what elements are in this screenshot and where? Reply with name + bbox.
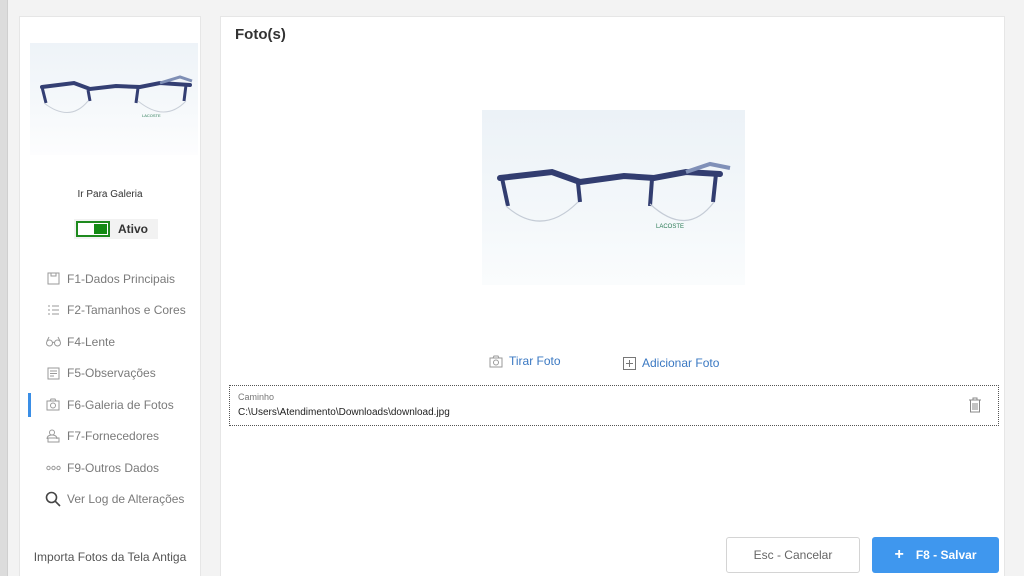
camera-icon: [489, 355, 503, 368]
supplier-icon: [45, 428, 61, 444]
document-icon: [45, 271, 61, 287]
sidebar-item-label: F6-Galeria de Fotos: [67, 397, 174, 412]
glasses-photo-image: LACOSTE: [497, 161, 731, 230]
product-photo[interactable]: LACOSTE: [482, 110, 745, 285]
sidebar-item-dados-principais[interactable]: F1-Dados Principais: [20, 263, 200, 295]
go-to-gallery-link[interactable]: Ir Para Galeria: [20, 189, 200, 200]
glasses-icon: [45, 334, 61, 350]
sidebar-item-label: F2-Tamanhos e Cores: [67, 303, 186, 318]
sidebar-item-label: Ver Log de Alterações: [67, 492, 185, 507]
save-button[interactable]: + F8 - Salvar: [872, 537, 999, 573]
toggle-switch[interactable]: [76, 221, 110, 237]
sidebar-item-label: F7-Fornecedores: [67, 429, 160, 444]
sidebar-item-log-alteracoes[interactable]: Ver Log de Alterações: [20, 484, 200, 516]
status-label: Ativo: [118, 222, 148, 236]
save-button-label: F8 - Salvar: [915, 548, 977, 562]
sidebar-item-galeria-fotos[interactable]: F6-Galeria de Fotos: [20, 389, 200, 421]
svg-text:LACOSTE: LACOSTE: [142, 113, 161, 118]
sidebar-item-label: F5-Observações: [67, 366, 156, 381]
take-photo-button[interactable]: Tirar Foto: [489, 354, 561, 368]
svg-text:LACOSTE: LACOSTE: [656, 224, 684, 230]
page-title: Foto(s): [235, 26, 286, 43]
toggle-knob: [94, 224, 107, 234]
sidebar-item-observacoes[interactable]: F5-Observações: [20, 358, 200, 390]
sidebar-item-fornecedores[interactable]: F7-Fornecedores: [20, 421, 200, 453]
window-left-edge: [0, 0, 8, 576]
sidebar-menu: F1-Dados Principais F2-Tamanhos e Cores …: [20, 263, 200, 515]
trash-icon[interactable]: [968, 397, 982, 418]
camera-icon: [45, 397, 61, 413]
take-photo-label: Tirar Foto: [509, 354, 561, 368]
plus-square-icon: [623, 356, 636, 370]
sidebar-item-label: F9-Outros Dados: [67, 460, 160, 475]
notes-icon: [45, 365, 61, 381]
dots-icon: [45, 460, 61, 476]
status-toggle[interactable]: Ativo: [74, 219, 158, 239]
sidebar-item-lente[interactable]: F4-Lente: [20, 326, 200, 358]
list-icon: [45, 302, 61, 318]
path-field[interactable]: Caminho C:\Users\Atendimento\Downloads\d…: [229, 385, 999, 426]
sidebar-item-label: F1-Dados Principais: [67, 271, 176, 286]
path-value: C:\Users\Atendimento\Downloads\download.…: [238, 407, 450, 418]
sidebar-item-outros-dados[interactable]: F9-Outros Dados: [20, 452, 200, 484]
sidebar-item-label: F4-Lente: [67, 334, 116, 349]
import-old-photos-link[interactable]: Importa Fotos da Tela Antiga: [20, 550, 200, 564]
glasses-thumbnail-image: LACOSTE: [40, 75, 193, 118]
search-icon: [45, 491, 61, 507]
plus-icon: +: [894, 546, 904, 563]
sidebar: LACOSTE Ir Para Galeria Ativo F1-Dados P…: [19, 16, 201, 576]
cancel-button[interactable]: Esc - Cancelar: [726, 537, 860, 573]
product-thumbnail[interactable]: LACOSTE: [30, 43, 198, 155]
add-photo-button[interactable]: Adicionar Foto: [623, 356, 719, 370]
sidebar-item-tamanhos-cores[interactable]: F2-Tamanhos e Cores: [20, 295, 200, 327]
path-label: Caminho: [238, 392, 275, 402]
add-photo-label: Adicionar Foto: [642, 356, 720, 370]
main-panel: Foto(s) LACOSTE Tirar Foto Adicionar Fot…: [220, 16, 1005, 576]
